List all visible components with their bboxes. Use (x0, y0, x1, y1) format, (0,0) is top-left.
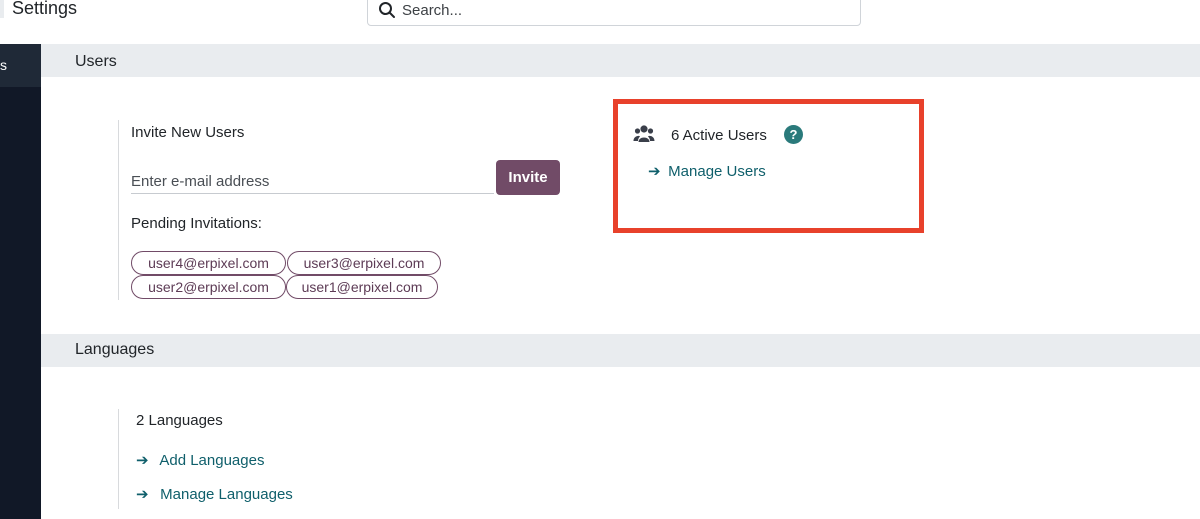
help-icon[interactable]: ? (784, 125, 803, 144)
manage-users-label: Manage Users (668, 163, 766, 180)
settings-sidebar: s (0, 44, 41, 519)
pending-invitations-label: Pending Invitations: (131, 215, 262, 232)
add-languages-label: Add Languages (159, 452, 265, 469)
sidebar-item-label: s (0, 57, 7, 73)
invite-label: Invite New Users (131, 124, 245, 141)
languages-section-title: Languages (75, 341, 155, 358)
users-icon (633, 125, 655, 142)
sidebar-item-active[interactable]: s (0, 44, 41, 87)
languages-count: 2 Languages (136, 412, 223, 429)
languages-divider (118, 409, 119, 509)
menu-toggle-edge[interactable] (0, 0, 4, 18)
arrow-right-icon: ➔ (136, 486, 149, 503)
search-box[interactable] (367, 0, 861, 26)
users-section-title: Users (75, 53, 117, 70)
arrow-right-icon: ➔ (136, 452, 149, 469)
pending-invitation-tag[interactable]: user1@erpixel.com (286, 275, 438, 299)
invite-divider (118, 120, 119, 300)
users-section-header: Users (41, 44, 1200, 77)
email-field[interactable] (131, 170, 494, 194)
languages-section-header: Languages (41, 334, 1200, 367)
manage-languages-link[interactable]: ➔ Manage Languages (136, 485, 293, 503)
invite-button[interactable]: Invite (496, 160, 560, 195)
pending-invitation-tag[interactable]: user2@erpixel.com (131, 275, 286, 299)
arrow-right-icon: ➔ (648, 163, 661, 180)
pending-invitation-tag[interactable]: user4@erpixel.com (131, 251, 286, 275)
search-icon (379, 2, 395, 18)
top-bar: Settings (0, 0, 1200, 44)
active-users-count: 6 Active Users (671, 127, 767, 144)
search-input[interactable] (402, 0, 842, 21)
manage-languages-label: Manage Languages (160, 486, 293, 503)
pending-invitation-tag[interactable]: user3@erpixel.com (287, 251, 441, 275)
page-title: Settings (12, 0, 78, 18)
add-languages-link[interactable]: ➔ Add Languages (136, 451, 264, 469)
manage-users-link[interactable]: ➔ Manage Users (648, 162, 766, 180)
